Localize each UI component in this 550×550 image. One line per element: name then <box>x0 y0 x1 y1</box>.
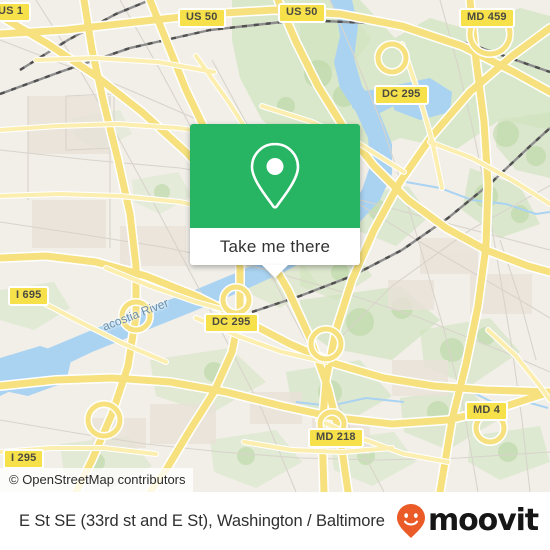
popup-pointer-tail <box>262 265 288 278</box>
road-shield-i-695: I 695 <box>8 286 50 306</box>
road-shield-us-1: US 1 <box>0 2 32 22</box>
road-shield-us-50-2: US 50 <box>278 3 326 23</box>
map-pin-icon <box>250 142 300 209</box>
map-attribution[interactable]: © OpenStreetMap contributors <box>0 468 193 492</box>
moovit-smiley-pin-icon <box>396 504 425 538</box>
road-shield-dc-295: DC 295 <box>374 85 429 105</box>
road-shield-md-459: MD 459 <box>459 8 515 28</box>
road-shield-md-218: MD 218 <box>308 428 364 448</box>
popup-header <box>190 124 360 228</box>
road-shield-md-4: MD 4 <box>465 401 509 421</box>
road-shield-us-50: US 50 <box>178 8 226 28</box>
attribution-text: © OpenStreetMap contributors <box>9 472 186 487</box>
map-screenshot: acostia River US 1 US 50 US 50 MD 459 DC… <box>0 0 550 550</box>
location-popup-card[interactable]: Take me there <box>190 124 360 278</box>
take-me-there-label: Take me there <box>219 236 331 256</box>
map-canvas[interactable]: acostia River US 1 US 50 US 50 MD 459 DC… <box>0 0 550 492</box>
footer-bar: E St SE (33rd st and E St), Washington /… <box>0 492 550 550</box>
road-shield-i-295: I 295 <box>3 449 45 469</box>
page-title: E St SE (33rd st and E St), Washington /… <box>19 511 385 530</box>
moovit-logo[interactable]: moovit <box>396 503 539 539</box>
take-me-there-button[interactable]: Take me there <box>190 228 360 265</box>
road-shield-dc-295-2: DC 295 <box>204 313 259 333</box>
moovit-wordmark: moovit <box>427 503 539 538</box>
